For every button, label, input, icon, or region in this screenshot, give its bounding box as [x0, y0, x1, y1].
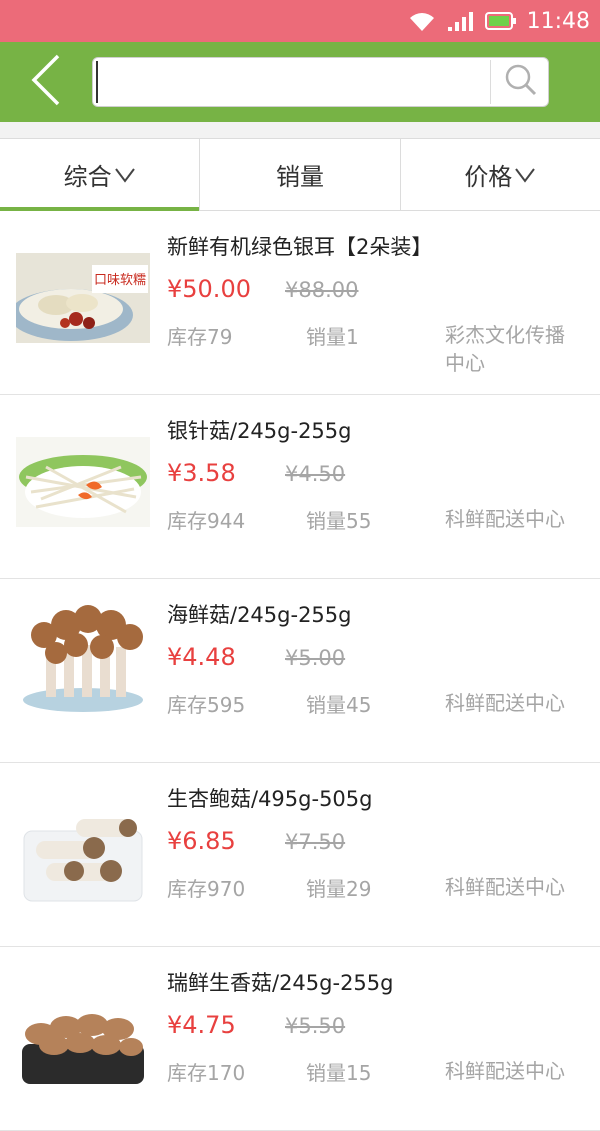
chevron-down-icon	[114, 167, 136, 183]
product-name: 海鲜菇/245g-255g	[167, 603, 352, 627]
search-divider	[490, 60, 491, 104]
product-shop: 科鲜配送中心	[445, 1059, 565, 1083]
product-image	[16, 989, 150, 1089]
back-button[interactable]	[20, 50, 70, 114]
product-item[interactable]: 生杏鲍菇/495g-505g ¥6.85 ¥7.50 库存970 销量29 科鲜…	[0, 763, 600, 947]
tab-label: 销量	[275, 163, 324, 191]
product-stock: 库存170	[167, 1061, 246, 1085]
product-item[interactable]: 海鲜菇/245g-255g ¥4.48 ¥5.00 库存595 销量45 科鲜配…	[0, 579, 600, 763]
product-sales: 销量45	[306, 693, 372, 717]
search-box	[92, 57, 549, 107]
product-name: 生杏鲍菇/495g-505g	[167, 787, 373, 811]
product-stock: 库存595	[167, 693, 246, 717]
search-icon	[504, 63, 538, 101]
product-original-price: ¥5.00	[285, 646, 346, 670]
product-stock: 库存944	[167, 509, 246, 533]
search-input[interactable]	[96, 61, 488, 103]
product-sales: 销量55	[306, 509, 372, 533]
product-item[interactable]: 瑞鲜生香菇/245g-255g ¥4.75 ¥5.50 库存170 销量15 科…	[0, 947, 600, 1131]
top-bar	[0, 42, 600, 122]
product-name: 银针菇/245g-255g	[167, 419, 352, 443]
search-button[interactable]	[493, 58, 549, 106]
separator-band	[0, 122, 600, 138]
product-sales: 销量15	[306, 1061, 372, 1085]
product-shop: 科鲜配送中心	[445, 875, 565, 899]
product-original-price: ¥5.50	[285, 1014, 346, 1038]
product-price: ¥4.48	[167, 643, 236, 671]
product-item[interactable]: 口味软糯 新鲜有机绿色银耳【2朵装】 ¥50.00 ¥88.00 库存79 销量…	[0, 211, 600, 395]
product-price: ¥4.75	[167, 1011, 236, 1039]
product-stock: 库存79	[167, 325, 233, 349]
product-name: 新鲜有机绿色银耳【2朵装】	[167, 235, 433, 259]
signal-icon	[447, 10, 475, 32]
product-image	[16, 437, 150, 527]
product-sales: 销量1	[306, 325, 359, 349]
product-price: ¥50.00	[167, 275, 251, 303]
tab-label: 综合	[63, 163, 112, 191]
tab-sales[interactable]: 销量	[199, 139, 399, 210]
product-price: ¥6.85	[167, 827, 236, 855]
sort-tabs: 综合 销量 价格	[0, 138, 600, 211]
product-original-price: ¥88.00	[285, 278, 359, 302]
tab-comprehensive[interactable]: 综合	[0, 139, 200, 211]
chevron-down-icon	[514, 167, 536, 183]
product-image	[16, 791, 150, 909]
product-name: 瑞鲜生香菇/245g-255g	[167, 971, 394, 995]
product-original-price: ¥4.50	[285, 462, 346, 486]
svg-text:口味软糯: 口味软糯	[94, 273, 146, 288]
product-item[interactable]: 银针菇/245g-255g ¥3.58 ¥4.50 库存944 销量55 科鲜配…	[0, 395, 600, 579]
product-sales: 销量29	[306, 877, 372, 901]
product-image	[16, 595, 150, 713]
status-time: 11:48	[526, 8, 590, 34]
product-price: ¥3.58	[167, 459, 236, 487]
tab-label: 价格	[464, 163, 513, 191]
product-shop: 彩杰文化传播中心	[445, 323, 565, 375]
product-shop: 科鲜配送中心	[445, 507, 565, 531]
product-list: 口味软糯 新鲜有机绿色银耳【2朵装】 ¥50.00 ¥88.00 库存79 销量…	[0, 211, 600, 1131]
battery-icon	[484, 11, 517, 31]
back-chevron-icon	[28, 53, 62, 111]
wifi-icon	[407, 9, 437, 33]
status-bar: 11:48	[0, 0, 600, 42]
product-image: 口味软糯	[16, 253, 150, 343]
product-shop: 科鲜配送中心	[445, 691, 565, 715]
product-stock: 库存970	[167, 877, 246, 901]
product-original-price: ¥7.50	[285, 830, 346, 854]
tab-price[interactable]: 价格	[399, 139, 600, 210]
